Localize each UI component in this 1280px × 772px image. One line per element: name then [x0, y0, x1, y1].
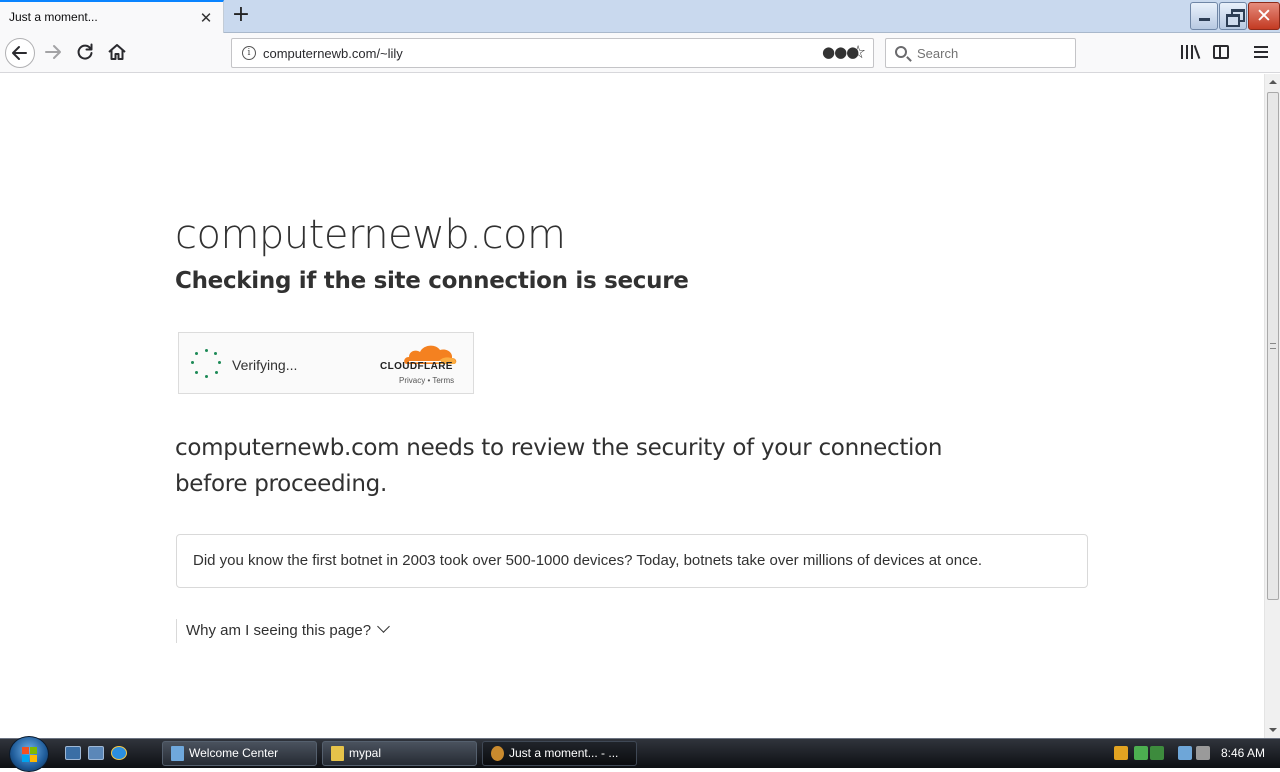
forward-button[interactable] [42, 41, 64, 63]
network-status-icon[interactable] [1150, 746, 1164, 760]
volume-muted-icon[interactable] [1196, 746, 1210, 760]
library-button[interactable] [1180, 43, 1201, 61]
scroll-up-arrow-icon[interactable] [1269, 80, 1277, 84]
verifying-status: Verifying... [232, 357, 298, 373]
bookmark-star-icon[interactable]: ☆ [850, 42, 866, 63]
tab-title: Just a moment... [9, 10, 98, 24]
navigation-toolbar: i computernewb.com/~lily ●●● ☆ Search [0, 33, 1280, 73]
scroll-down-arrow-icon[interactable] [1269, 728, 1277, 732]
search-icon [895, 46, 907, 58]
switch-windows-icon[interactable] [88, 746, 104, 760]
search-input[interactable]: Search [917, 46, 958, 61]
new-tab-button[interactable]: + [229, 4, 253, 28]
cloudflare-verification-widget[interactable]: Verifying... CLOUDFLARE Privacy • Terms [178, 332, 474, 394]
loading-spinner-icon [191, 349, 221, 379]
why-label: Why am I seeing this page? [186, 622, 372, 639]
did-you-know-box: Did you know the first botnet in 2003 to… [176, 534, 1088, 588]
vertical-scrollbar[interactable] [1264, 74, 1280, 738]
tab-strip: Just a moment... ✕ + ✕ [0, 0, 1280, 33]
site-title: computernewb.com [175, 212, 566, 258]
close-tab-icon[interactable]: ✕ [199, 11, 213, 26]
site-info-icon[interactable]: i [242, 46, 256, 60]
minimize-window-button[interactable] [1190, 2, 1218, 30]
close-window-button[interactable]: ✕ [1248, 2, 1280, 30]
chevron-down-icon [377, 620, 390, 633]
taskbar-clock[interactable]: 8:46 AM [1221, 746, 1265, 760]
did-you-know-text: Did you know the first botnet in 2003 to… [193, 552, 983, 569]
reload-button[interactable] [74, 41, 96, 63]
internet-explorer-icon[interactable] [111, 746, 127, 760]
network-icon[interactable] [1178, 746, 1192, 760]
welcome-center-icon [171, 746, 184, 761]
mypal-browser-icon [491, 746, 504, 761]
taskbar-browser-window[interactable]: Just a moment... - ... [482, 741, 637, 766]
security-shield-icon[interactable] [1114, 746, 1128, 760]
home-button[interactable] [106, 41, 128, 63]
taskbar-button-label: Welcome Center [189, 746, 279, 760]
grip-icon [1270, 343, 1276, 349]
start-button[interactable] [9, 736, 49, 772]
page-subtitle: Checking if the site connection is secur… [175, 268, 689, 294]
address-url[interactable]: computernewb.com/~lily [263, 46, 403, 61]
hamburger-menu-button[interactable] [1254, 46, 1268, 58]
taskbar-button-label: Just a moment... - ... [509, 746, 619, 760]
windows-logo-icon [22, 747, 38, 763]
windows-taskbar: Welcome Center mypal Just a moment... - … [0, 736, 1280, 772]
page-content: computernewb.com Checking if the site co… [0, 74, 1264, 738]
cloudflare-wordmark: CLOUDFLARE [380, 361, 453, 372]
search-bar[interactable]: Search [885, 38, 1076, 68]
taskbar-mypal-folder[interactable]: mypal [322, 741, 477, 766]
folder-icon [331, 746, 344, 761]
sidebar-toggle-button[interactable] [1213, 45, 1229, 59]
show-desktop-icon[interactable] [65, 746, 81, 760]
arrow-left-icon [12, 46, 27, 60]
why-am-i-seeing-this-toggle[interactable]: Why am I seeing this page? [176, 619, 390, 643]
taskbar-button-label: mypal [349, 746, 382, 760]
home-icon [108, 44, 126, 60]
reload-icon [77, 43, 93, 60]
tab-just-a-moment[interactable]: Just a moment... ✕ [0, 0, 224, 33]
arrow-right-icon [45, 45, 61, 59]
update-icon[interactable] [1134, 746, 1148, 760]
scrollbar-thumb[interactable] [1267, 92, 1279, 600]
address-bar[interactable]: i computernewb.com/~lily ●●● ☆ [231, 38, 874, 68]
restore-window-button[interactable] [1219, 2, 1247, 30]
close-icon: ✕ [1256, 5, 1272, 27]
back-button[interactable] [5, 38, 35, 68]
privacy-terms-links[interactable]: Privacy • Terms [399, 376, 454, 385]
taskbar-welcome-center[interactable]: Welcome Center [162, 741, 317, 766]
review-message: computernewb.com needs to review the sec… [175, 435, 943, 497]
